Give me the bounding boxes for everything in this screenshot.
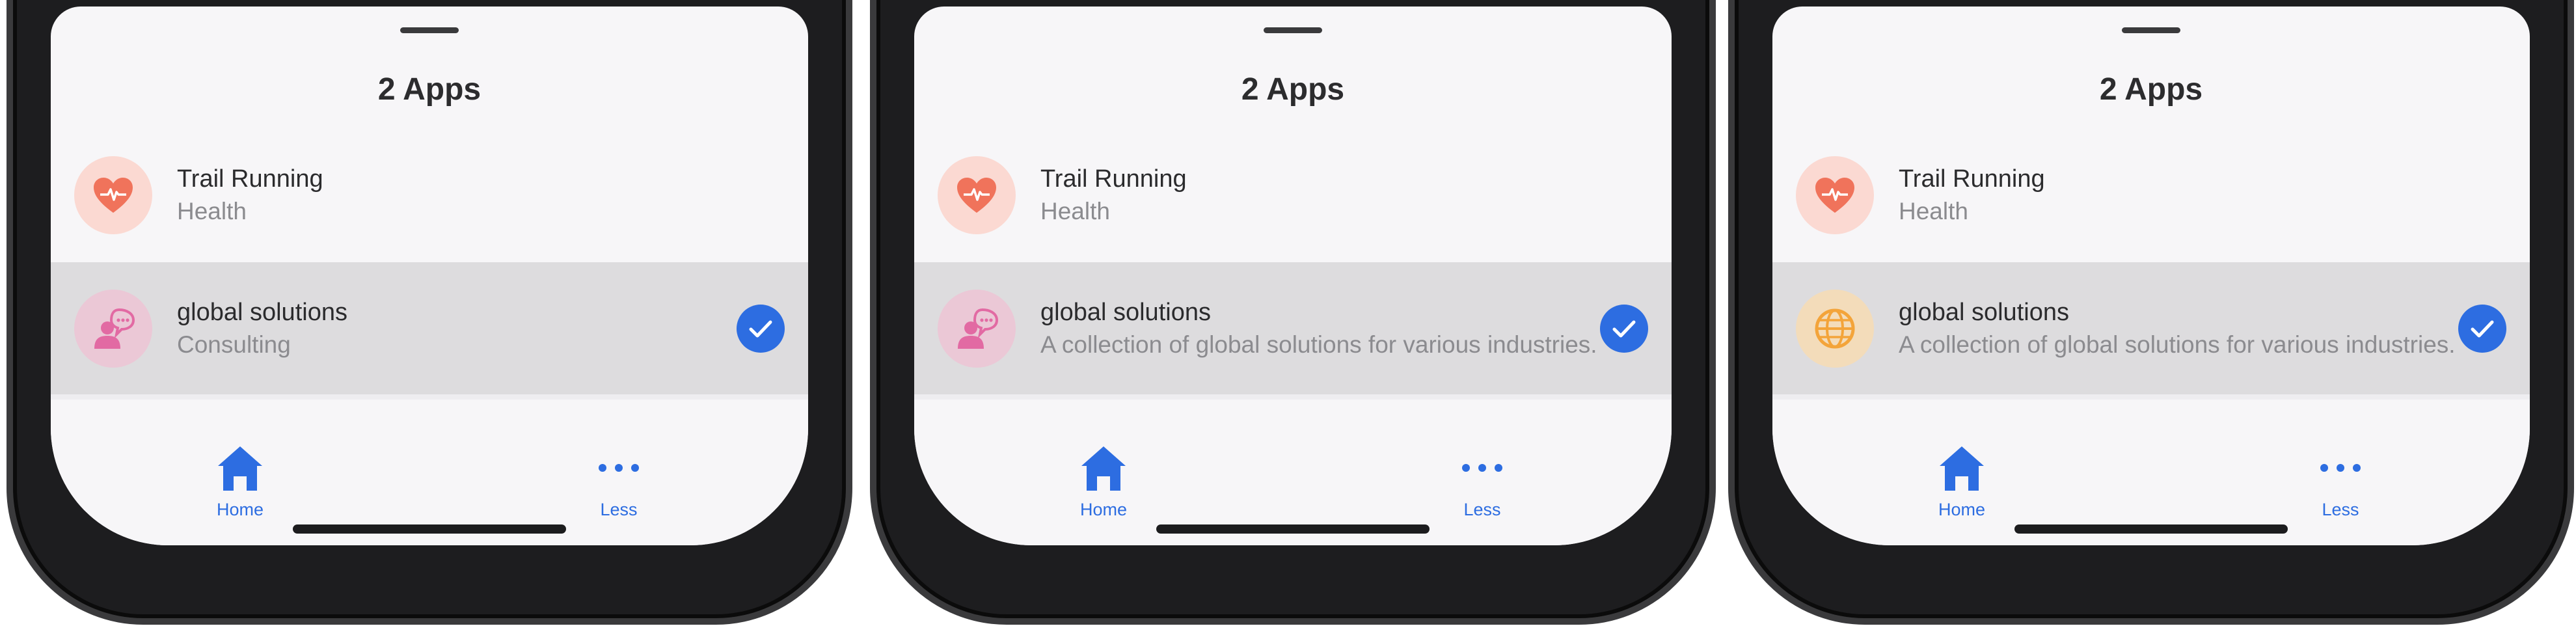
tab-label: Home — [1938, 500, 1986, 519]
app-picker-sheet: 2 Apps Trail Running Health global solut… — [914, 7, 1672, 545]
app-name: Trail Running — [1899, 165, 2045, 193]
tab-bar: Home Less — [1772, 400, 2530, 545]
tab-label: Less — [600, 500, 638, 519]
checkmark-icon[interactable] — [2458, 304, 2506, 353]
app-row-text: global solutions A collection of global … — [1040, 296, 1600, 361]
tab-less[interactable]: Less — [554, 441, 684, 520]
checkmark-icon[interactable] — [737, 304, 785, 353]
divider — [914, 394, 1672, 400]
house-icon — [175, 441, 305, 495]
phone-frame-3: 2 Apps Trail Running Health global solut… — [1728, 0, 2574, 625]
app-picker-sheet: 2 Apps Trail Running Health global solut… — [51, 7, 808, 545]
tab-label: Less — [1463, 500, 1501, 519]
app-row-trail-running[interactable]: Trail Running Health — [914, 130, 1672, 260]
app-name: global solutions — [1040, 298, 1211, 326]
person-speech-icon — [74, 289, 152, 368]
tab-less[interactable]: Less — [2275, 441, 2406, 520]
home-indicator[interactable] — [2014, 524, 2288, 534]
sheet-title: 2 Apps — [377, 72, 481, 107]
sheet-grabber[interactable] — [2122, 27, 2180, 33]
app-row-trail-running[interactable]: Trail Running Health — [51, 130, 808, 260]
app-name: Trail Running — [1040, 165, 1187, 193]
house-icon — [1038, 441, 1169, 495]
app-name: Trail Running — [177, 165, 323, 193]
app-name: global solutions — [1899, 298, 2069, 326]
app-row-text: Trail Running Health — [177, 163, 737, 228]
app-category: Health — [1899, 198, 1968, 225]
ellipsis-icon — [2275, 441, 2406, 495]
person-speech-icon — [938, 289, 1016, 368]
tab-less[interactable]: Less — [1417, 441, 1547, 520]
sheet-grabber[interactable] — [1264, 27, 1322, 33]
app-row-global-solutions[interactable]: global solutions Consulting — [51, 262, 808, 394]
heart-pulse-icon — [74, 156, 152, 234]
home-indicator[interactable] — [293, 524, 566, 534]
house-icon — [1897, 441, 2027, 495]
tab-home[interactable]: Home — [175, 441, 305, 520]
app-row-text: Trail Running Health — [1040, 163, 1600, 228]
app-name: global solutions — [177, 298, 347, 326]
tab-home[interactable]: Home — [1038, 441, 1169, 520]
sheet-title: 2 Apps — [2099, 72, 2203, 107]
divider — [1772, 394, 2530, 400]
ellipsis-icon — [554, 441, 684, 495]
tab-label: Home — [1079, 500, 1128, 519]
app-picker-sheet: 2 Apps Trail Running Health global solut… — [1772, 7, 2530, 545]
app-row-trail-running[interactable]: Trail Running Health — [1772, 130, 2530, 260]
sheet-title: 2 Apps — [1241, 72, 1345, 107]
home-indicator[interactable] — [1156, 524, 1430, 534]
tab-bar: Home Less — [914, 400, 1672, 545]
app-category: Consulting — [177, 331, 291, 358]
ellipsis-icon — [1417, 441, 1547, 495]
divider — [51, 394, 808, 400]
tab-label: Home — [216, 500, 264, 519]
app-row-global-solutions[interactable]: global solutions A collection of global … — [914, 262, 1672, 394]
app-category: Health — [177, 198, 247, 225]
tab-home[interactable]: Home — [1897, 441, 2027, 520]
app-row-text: Trail Running Health — [1899, 163, 2458, 228]
app-row-text: global solutions A collection of global … — [1899, 296, 2458, 361]
app-row-text: global solutions Consulting — [177, 296, 737, 361]
checkmark-icon[interactable] — [1600, 304, 1648, 353]
globe-icon — [1796, 289, 1874, 368]
tab-bar: Home Less — [51, 400, 808, 545]
app-row-global-solutions[interactable]: global solutions A collection of global … — [1772, 262, 2530, 394]
phone-frame-2: 2 Apps Trail Running Health global solut… — [870, 0, 1716, 625]
app-description: A collection of global solutions for var… — [1899, 331, 2456, 358]
tab-label: Less — [2322, 500, 2359, 519]
phone-frame-1: 2 Apps Trail Running Health global solut… — [7, 0, 852, 625]
app-description: A collection of global solutions for var… — [1040, 331, 1597, 358]
app-category: Health — [1040, 198, 1110, 225]
heart-pulse-icon — [1796, 156, 1874, 234]
heart-pulse-icon — [938, 156, 1016, 234]
sheet-grabber[interactable] — [400, 27, 459, 33]
